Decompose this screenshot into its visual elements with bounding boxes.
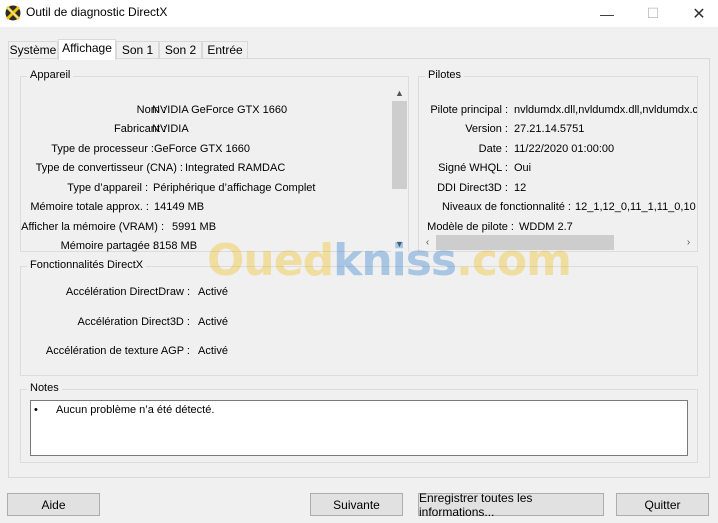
device-group-title: Appareil <box>27 69 74 81</box>
driver-label: Version : <box>465 123 508 135</box>
notes-textbox[interactable]: • Aucun problème n’a été détecté. <box>30 400 688 456</box>
driver-row-version: Version : 27.21.14.5751 <box>419 121 697 139</box>
device-value: 8158 MB <box>153 240 198 252</box>
device-label: Type de convertisseur (CNA) : <box>35 162 183 174</box>
device-label: Type d’appareil : <box>67 182 148 194</box>
driver-row-modele: Modèle de pilote : WDDM 2.7 <box>419 219 697 234</box>
driver-value: 12_1,12_0,11_1,11_0,10 <box>575 201 696 213</box>
drivers-group-title: Pilotes <box>425 69 465 81</box>
driver-value: WDDM 2.7 <box>519 221 573 233</box>
driver-label: Modèle de pilote : <box>427 221 514 233</box>
feature-label: Accélération de texture AGP : <box>45 345 190 357</box>
driver-label: Signé WHQL : <box>438 162 508 174</box>
maximize-icon: ☐ <box>646 5 660 21</box>
tab-son-2[interactable]: Son 2 <box>159 41 202 59</box>
tab-affichage[interactable]: Affichage <box>58 39 116 60</box>
device-value: 14149 MB <box>154 201 205 213</box>
ouedkniss-watermark-logo: Ouedkniss.com <box>207 235 572 286</box>
device-row-memoire-totale: Mémoire totale approx. : 14149 MB <box>21 199 391 217</box>
title-bar: Outil de diagnostic DirectX — ☐ ✕ <box>0 0 718 27</box>
device-value: Integrated RAMDAC <box>185 162 286 174</box>
driver-label: DDI Direct3D : <box>437 182 508 194</box>
driver-row-ddi: DDI Direct3D : 12 <box>419 180 697 198</box>
quit-button[interactable]: Quitter <box>616 493 709 516</box>
tab-systeme[interactable]: Système <box>8 41 58 59</box>
device-value: NVIDIA <box>152 123 189 135</box>
scroll-right-arrow-icon[interactable]: › <box>680 234 697 251</box>
device-row-nom: Nom : NVIDIA GeForce GTX 1660 <box>21 102 391 120</box>
driver-row-principal: Pilote principal : nvldumdx.dll,nvldumdx… <box>419 102 697 120</box>
device-value: Périphérique d’affichage Complet <box>153 182 316 194</box>
feature-label: Accélération DirectDraw : <box>65 286 190 298</box>
device-label: Afficher la mémoire (VRAM) : <box>21 221 164 233</box>
close-button[interactable]: ✕ <box>676 0 718 27</box>
feature-value: Activé <box>198 316 228 328</box>
driver-row-date: Date : 11/22/2020 01:00:00 <box>419 141 697 159</box>
driver-value: 11/22/2020 01:00:00 <box>514 143 615 155</box>
feature-row-agp: Accélération de texture AGP : Activé <box>21 343 321 361</box>
driver-value: nvldumdx.dll,nvldumdx.dll,nvldumdx.c <box>514 104 697 116</box>
driver-row-whql: Signé WHQL : Oui <box>419 160 697 178</box>
device-row-fabricant: Fabricant : NVIDIA <box>21 121 391 139</box>
device-row-processeur: Type de processeur : GeForce GTX 1660 <box>21 141 391 159</box>
close-icon: ✕ <box>692 5 706 23</box>
device-label: Mémoire totale approx. : <box>30 201 149 213</box>
drivers-list: Pilote principal : nvldumdx.dll,nvldumdx… <box>419 84 697 234</box>
scroll-thumb[interactable] <box>392 101 407 189</box>
device-label: Mémoire partagée : <box>60 240 156 252</box>
driver-value: Oui <box>514 162 532 174</box>
maximize-button[interactable]: ☐ <box>630 0 676 27</box>
device-vertical-scrollbar[interactable]: ▲ ▼ <box>391 84 408 252</box>
device-list: Nom : NVIDIA GeForce GTX 1660 Fabricant … <box>21 84 391 252</box>
driver-label: Niveaux de fonctionnalité : <box>441 201 571 213</box>
directx-app-icon <box>5 5 21 21</box>
device-value: GeForce GTX 1660 <box>154 143 250 155</box>
driver-label: Date : <box>478 143 508 155</box>
next-button[interactable]: Suivante <box>310 493 403 516</box>
save-all-info-button[interactable]: Enregistrer toutes les informations... <box>418 491 604 519</box>
minimize-button[interactable]: — <box>584 0 630 27</box>
feature-value: Activé <box>198 345 228 357</box>
device-label: Type de processeur : <box>51 143 154 155</box>
device-value: 5991 MB <box>172 221 217 233</box>
feature-label: Accélération Direct3D : <box>77 316 191 328</box>
feature-row-direct3d: Accélération Direct3D : Activé <box>21 314 321 332</box>
feature-row-directdraw: Accélération DirectDraw : Activé <box>21 284 321 302</box>
tab-entree[interactable]: Entrée <box>202 41 248 59</box>
device-row-cna: Type de convertisseur (CNA) : Integrated… <box>21 160 391 178</box>
device-row-type-appareil: Type d’appareil : Périphérique d’afficha… <box>21 180 391 198</box>
window-title: Outil de diagnostic DirectX <box>26 5 168 19</box>
features-group-title: Fonctionnalités DirectX <box>27 259 147 271</box>
minimize-icon: — <box>600 5 614 22</box>
help-button[interactable]: Aide <box>7 493 100 516</box>
feature-value: Activé <box>198 286 228 298</box>
driver-label: Pilote principal : <box>430 104 508 116</box>
scroll-up-arrow-icon[interactable]: ▲ <box>391 84 408 101</box>
note-item: Aucun problème n’a été détecté. <box>56 404 215 416</box>
driver-value: 12 <box>514 182 527 194</box>
driver-row-niveaux: Niveaux de fonctionnalité : 12_1,12_0,11… <box>419 199 697 217</box>
notes-group-title: Notes <box>27 382 62 394</box>
driver-value: 27.21.14.5751 <box>514 123 585 135</box>
tab-son-1[interactable]: Son 1 <box>116 41 159 59</box>
device-value: NVIDIA GeForce GTX 1660 <box>152 104 288 116</box>
note-bullet: • <box>34 404 38 416</box>
